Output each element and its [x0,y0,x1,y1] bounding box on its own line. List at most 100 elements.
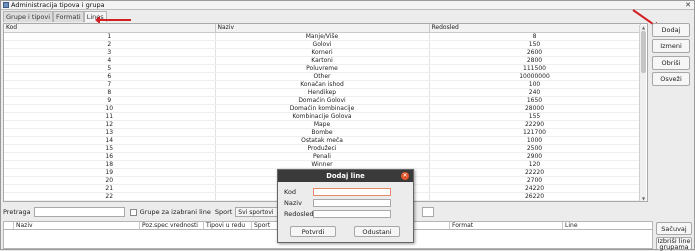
col-poz-spec[interactable]: Poz.spec vrednosti [140,222,204,229]
scroll-up-icon[interactable]: ▲ [640,25,647,30]
table-row[interactable]: 10 Domaćin kombinacije 28000 [4,104,641,113]
cell-kod: 20 [4,176,216,185]
cell-kod: 8 [4,88,216,97]
cell-redosled: 24220 [429,184,641,193]
window-close-icon[interactable]: ✕ [684,1,692,9]
grupe-checkbox[interactable] [129,208,137,216]
dodaj-button[interactable]: Dodaj [652,23,690,37]
cell-naziv: Winner [215,160,430,169]
table-vertical-scrollbar[interactable]: ▲ ▼ [639,25,646,201]
table-row[interactable]: 15 Produžeci 2500 [4,144,641,153]
filter-extra-field[interactable] [422,207,435,217]
annotation-arrow-tabs [98,19,131,21]
search-input[interactable] [33,207,125,217]
obrisi-button[interactable]: Obriši [652,56,690,70]
izbrisi-line-button[interactable]: Izbriši line grupama [656,237,692,250]
cell-redosled: 2500 [429,144,641,153]
cell-redosled: 2700 [429,176,641,185]
izmeni-button[interactable]: Izmeni [652,39,690,53]
cell-naziv: Konačan ishod [215,80,430,89]
table-row[interactable]: 2 Golovi 150 [4,40,641,49]
cell-naziv: Poluvreme [215,64,430,73]
cell-naziv: Kombinacije Golova [215,112,430,121]
sport-select-value: Svi sportovi [238,209,274,216]
kod-input[interactable] [313,188,391,196]
table-row[interactable]: 14 Ostatak meča 1000 [4,136,641,145]
cell-redosled: 28000 [429,104,641,113]
table-row[interactable]: 11 Kombinacije Golova 155 [4,112,641,121]
cell-kod: 1 [4,32,216,41]
scroll-thumb[interactable] [641,31,646,73]
cell-kod: 7 [4,80,216,89]
redosled-input[interactable] [313,210,391,218]
table-row[interactable]: 7 Konačan ishod 100 [4,80,641,89]
table-row[interactable]: 13 Bombe 121700 [4,128,641,137]
odustani-button[interactable]: Odustani [354,226,400,237]
table-row[interactable]: 3 Korneri 2600 [4,48,641,57]
cell-kod: 2 [4,40,216,49]
dodaj-line-dialog: Dodaj line ✕ Kod Naziv Redosled Potvrdi … [277,169,414,243]
cell-kod: 12 [4,120,216,129]
dialog-title: Dodaj line [278,170,413,182]
table-row[interactable]: 18 Winner 120 [4,160,641,169]
col-naziv[interactable]: Naziv [14,222,140,229]
cell-redosled: 2900 [429,152,641,161]
cell-kod: 11 [4,112,216,121]
cell-kod: 21 [4,184,216,193]
cell-redosled: 120 [429,160,641,169]
cell-redosled: 111500 [429,64,641,73]
cell-kod: 18 [4,160,216,169]
col-format[interactable]: Format [450,222,563,229]
grupe-checkbox-label: Grupe za izabrani line [139,208,211,216]
table-row[interactable]: 9 Domaćin Golovi 1650 [4,96,641,105]
cell-kod: 16 [4,152,216,161]
tab-grupe-i-tipovi[interactable]: Grupe i tipovi [3,11,54,22]
cell-redosled: 26220 [429,192,641,201]
cell-naziv: Mape [215,120,430,129]
cell-naziv: Golovi [215,40,430,49]
column-header-redosled[interactable]: Redosled [429,24,641,33]
column-header-naziv[interactable]: Naziv [215,24,430,33]
main-window: Administracija tipova i grupa ✕ Grupe i … [0,0,695,250]
sport-label: Sport [214,208,233,216]
table-row[interactable]: 16 Penali 2900 [4,152,641,161]
cell-kod: 23 [4,200,216,201]
sacuvaj-button[interactable]: Sačuvaj [656,222,692,235]
cell-kod: 10 [4,104,216,113]
osvezi-button[interactable]: Osveži [652,72,690,86]
table-row[interactable]: 12 Mape 22290 [4,120,641,129]
cell-kod: 22 [4,192,216,201]
table-row[interactable]: 5 Poluvreme 111500 [4,64,641,73]
cell-kod: 13 [4,128,216,137]
cell-kod: 14 [4,136,216,145]
cell-kod: 15 [4,144,216,153]
cell-naziv: Bombe [215,128,430,137]
potvrdi-button[interactable]: Potvrdi [290,226,336,237]
cell-redosled: 121700 [429,128,641,137]
cell-redosled: 10000000 [429,72,641,81]
cell-redosled: 240 [429,88,641,97]
table-row[interactable]: 1 Manje/Više 8 [4,32,641,41]
window-title: Administracija tipova i grupa [11,1,105,9]
naziv-input[interactable] [313,199,391,207]
cell-redosled: 22220 [429,168,641,177]
cell-kod: 5 [4,64,216,73]
dialog-close-icon[interactable]: ✕ [401,172,409,180]
cell-naziv: Domaćin Golovi [215,96,430,105]
tab-formati[interactable]: Formati [53,11,84,22]
cell-naziv: Manje/Više [215,32,430,41]
cell-naziv: Hendikep [215,88,430,97]
tab-bar: Grupe i tipovi Formati Lines [3,11,107,22]
redosled-label: Redosled [284,210,314,218]
cell-kod: 9 [4,96,216,105]
cell-redosled: 27220 [429,200,641,201]
col-tipovi-u-redu[interactable]: Tipovi u redu [204,222,252,229]
table-row[interactable]: 6 Other 10000000 [4,72,641,81]
window-titlebar: Administracija tipova i grupa ✕ [1,1,694,10]
table-row[interactable]: 4 Kartoni 2800 [4,56,641,65]
column-header-kod[interactable]: Kod [4,24,216,33]
table-row[interactable]: 8 Hendikep 240 [4,88,641,97]
scroll-down-icon[interactable]: ▼ [640,196,647,201]
cell-naziv: Korneri [215,48,430,57]
col-line[interactable]: Line [563,222,652,229]
